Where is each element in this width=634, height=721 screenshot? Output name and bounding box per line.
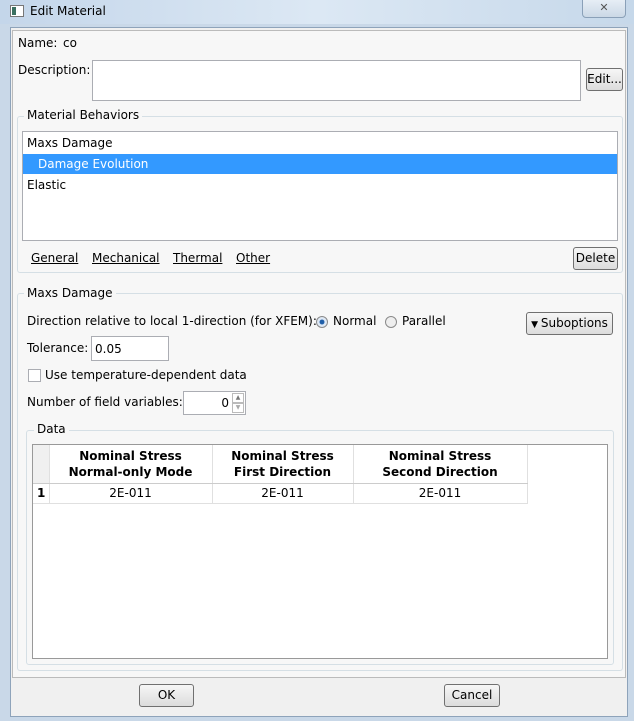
suboptions-label: Suboptions: [540, 316, 608, 330]
spin-down-icon[interactable]: ▼: [232, 403, 244, 413]
column-header-line: Second Direction: [382, 464, 498, 479]
table-row: 1 2E-011 2E-011 2E-011: [33, 483, 528, 504]
name-label: Name:: [18, 36, 58, 50]
tolerance-input[interactable]: [91, 336, 169, 361]
table-cell[interactable]: 2E-011: [353, 483, 528, 504]
column-header-line: First Direction: [233, 464, 332, 479]
column-header-line: Normal-only Mode: [68, 464, 193, 479]
delete-button[interactable]: Delete: [573, 247, 618, 270]
menu-other[interactable]: Other: [236, 251, 270, 265]
data-title: Data: [34, 422, 69, 436]
radio-parallel[interactable]: [385, 316, 397, 328]
column-header-line: Nominal Stress: [388, 448, 492, 463]
field-variables-value: 0: [221, 396, 229, 410]
material-behaviors-title: Material Behaviors: [24, 108, 143, 122]
column-header-line: Nominal Stress: [79, 448, 182, 463]
window-title: Edit Material: [30, 4, 106, 18]
close-button[interactable]: ✕: [582, 0, 626, 18]
behaviors-list[interactable]: Maxs Damage Damage Evolution Elastic: [22, 131, 618, 241]
tolerance-label: Tolerance:: [27, 341, 89, 355]
ok-button[interactable]: OK: [139, 684, 194, 707]
table-header: Nominal Stress Normal-only Mode Nominal S…: [33, 445, 528, 484]
behavior-item-damage-evolution[interactable]: Damage Evolution: [23, 154, 617, 174]
radio-normal-label: Normal: [333, 314, 377, 328]
column-header[interactable]: Nominal Stress Second Direction: [353, 445, 528, 484]
behavior-item-elastic[interactable]: Elastic: [23, 175, 617, 195]
app-icon: [10, 5, 24, 17]
triangle-down-icon: ▼: [531, 320, 541, 330]
menu-mechanical[interactable]: Mechanical: [92, 251, 160, 265]
close-icon: ✕: [599, 1, 609, 14]
menu-other-label: Other: [236, 251, 271, 265]
menu-general[interactable]: General: [31, 251, 78, 265]
suboptions-button[interactable]: ▼ Suboptions: [526, 312, 613, 335]
data-table[interactable]: Nominal Stress Normal-only Mode Nominal S…: [32, 444, 608, 659]
cancel-button[interactable]: Cancel: [444, 684, 500, 707]
menu-general-label: General: [31, 251, 79, 265]
menu-thermal[interactable]: Thermal: [173, 251, 222, 265]
column-header[interactable]: Nominal Stress Normal-only Mode: [49, 445, 213, 484]
radio-normal[interactable]: [316, 316, 328, 328]
column-header[interactable]: Nominal Stress First Direction: [212, 445, 354, 484]
table-cell[interactable]: 2E-011: [212, 483, 354, 504]
edit-description-button[interactable]: Edit...: [586, 68, 623, 91]
description-input[interactable]: [92, 60, 581, 101]
field-variables-label: Number of field variables:: [27, 395, 183, 409]
spin-up-icon[interactable]: ▲: [232, 393, 244, 403]
name-value: co: [63, 36, 77, 50]
row-index: 1: [33, 483, 50, 504]
direction-label: Direction relative to local 1-direction …: [27, 314, 317, 328]
menu-thermal-label: Thermal: [173, 251, 223, 265]
description-label: Description:: [18, 63, 91, 77]
column-header-line: Nominal Stress: [231, 448, 334, 463]
radio-parallel-label: Parallel: [402, 314, 446, 328]
behavior-item-maxs-damage[interactable]: Maxs Damage: [23, 133, 617, 153]
title-bar: Edit Material ✕: [0, 0, 634, 24]
field-variables-spinner[interactable]: 0 ▲ ▼: [183, 391, 246, 415]
menu-mechanical-label: Mechanical: [92, 251, 160, 265]
row-header-corner: [33, 445, 50, 484]
maxs-damage-title: Maxs Damage: [24, 286, 116, 300]
temperature-dependent-label: Use temperature-dependent data: [45, 368, 247, 382]
temperature-dependent-checkbox[interactable]: [28, 369, 41, 382]
table-cell[interactable]: 2E-011: [49, 483, 213, 504]
